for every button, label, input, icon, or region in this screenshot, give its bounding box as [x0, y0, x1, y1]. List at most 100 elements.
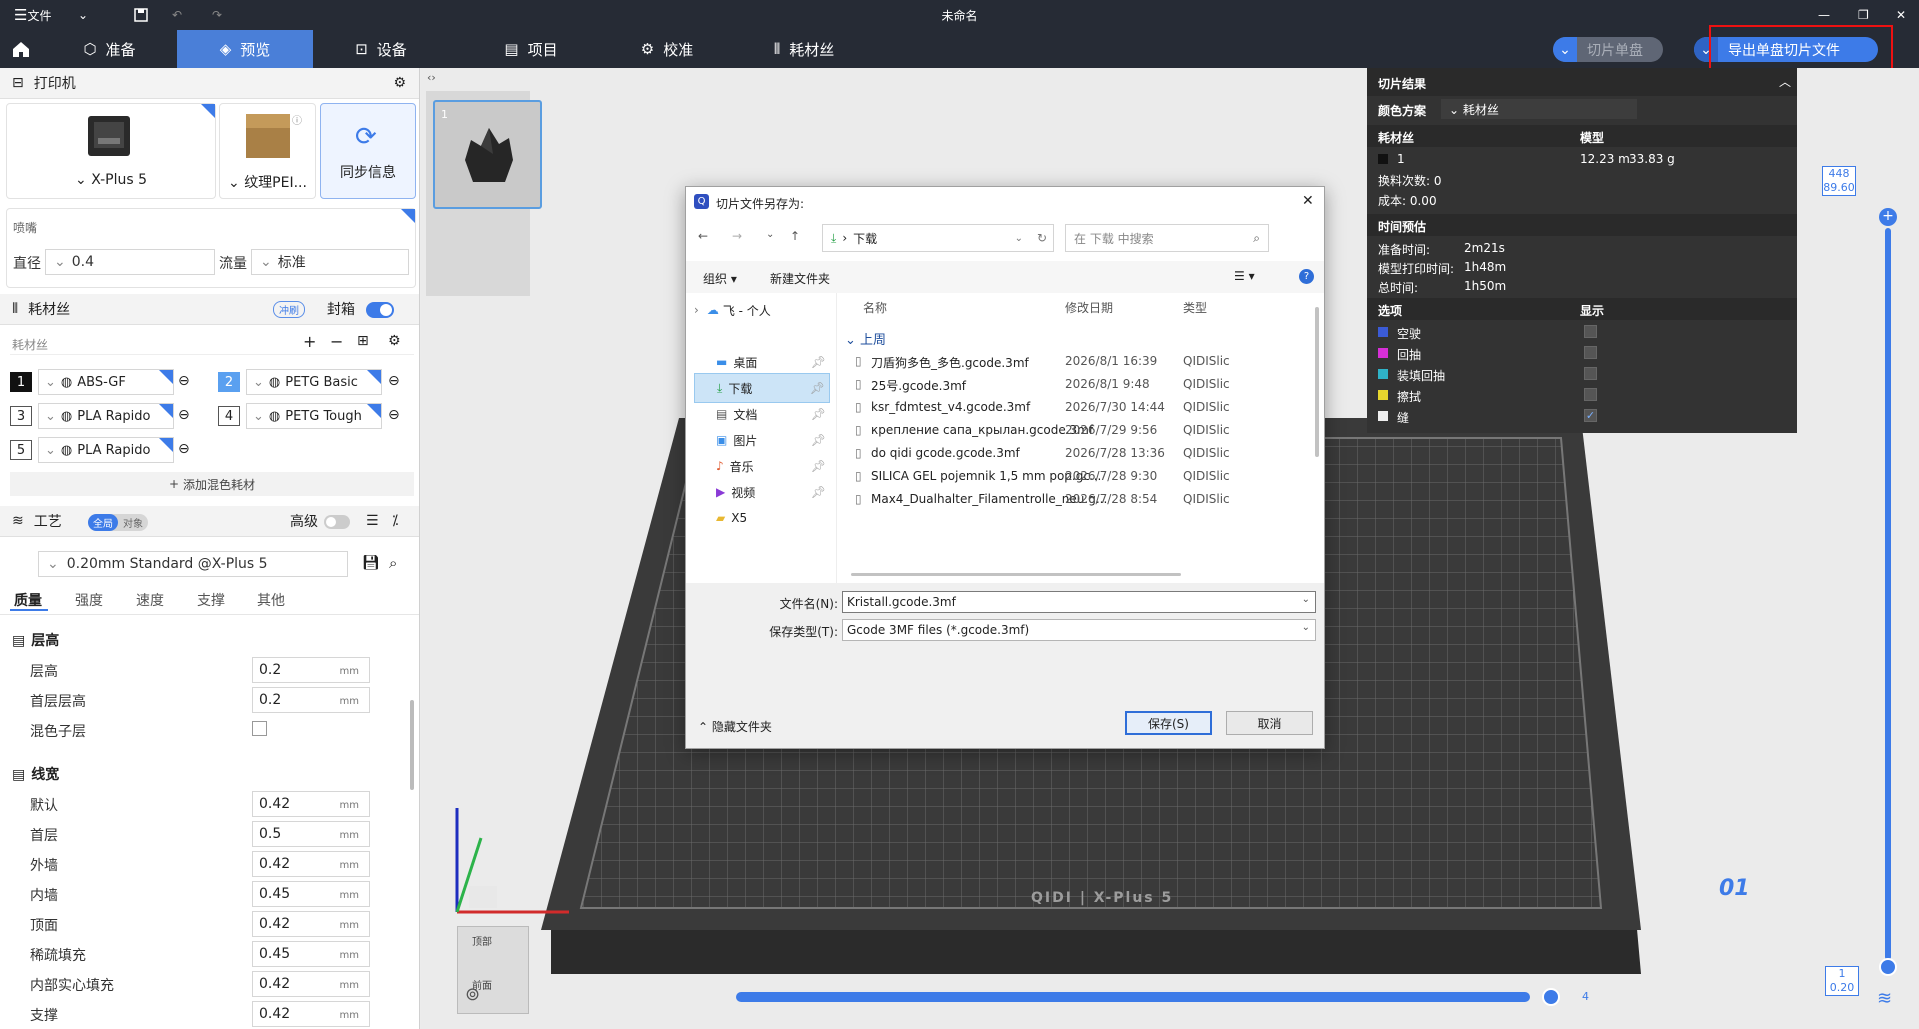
- nav-folder-x5[interactable]: ▰ X5: [694, 503, 830, 533]
- filament-sync-icon[interactable]: ⊞: [357, 333, 369, 349]
- option-checkbox[interactable]: [1584, 325, 1597, 338]
- more-icon[interactable]: ⊖: [388, 407, 400, 423]
- scrollbar[interactable]: [410, 700, 414, 790]
- printer-card[interactable]: ⌄ X-Plus 5: [6, 103, 216, 199]
- file-row[interactable]: ▯ do qidi gcode.gcode.3mf 2026/7/28 13:36 Q…: [845, 443, 1315, 465]
- file-row[interactable]: ▯ SILICA GEL pojemnik 1,5 mm pop.gc... 202…: [845, 466, 1315, 488]
- seal-toggle[interactable]: [366, 302, 394, 318]
- filetype-select[interactable]: Gcode 3MF files (*.gcode.3mf) ⌄: [842, 619, 1316, 641]
- tab-calibration[interactable]: ⚙ 校准: [613, 30, 721, 68]
- layers-stack-icon[interactable]: ≋: [1877, 988, 1892, 1009]
- param-input[interactable]: 0.5 mm: [252, 821, 370, 847]
- close-icon[interactable]: ✕: [1896, 5, 1906, 25]
- home-icon[interactable]: [0, 30, 42, 68]
- collapse-icon[interactable]: ︿: [1779, 73, 1791, 90]
- param-input[interactable]: 0.2 mm: [252, 687, 370, 713]
- param-input[interactable]: 0.42 mm: [252, 971, 370, 997]
- close-icon[interactable]: ✕: [1302, 193, 1314, 209]
- view-reset-icon[interactable]: ⊚: [465, 984, 493, 1012]
- forward-icon[interactable]: →: [732, 229, 742, 243]
- file-row[interactable]: ▯ Max4_Dualhalter_Filamentrolle_neu.g... 2…: [845, 489, 1315, 511]
- plate-card[interactable]: ⓘ ⌄ 纹理PEI...: [219, 103, 316, 199]
- info-icon[interactable]: ⓘ: [292, 112, 302, 127]
- filename-input[interactable]: Kristall.gcode.3mf ⌄: [842, 591, 1316, 613]
- add-icon[interactable]: +: [303, 332, 316, 351]
- param-input[interactable]: 0.42 mm: [252, 851, 370, 877]
- tab-device[interactable]: ⊡ 设备: [313, 30, 449, 68]
- file-row[interactable]: ▯ крепление сапа_крылан.gcode.3mf 2026/7/2…: [845, 420, 1315, 442]
- option-checkbox-checked[interactable]: ✓: [1584, 409, 1597, 422]
- gear-icon[interactable]: ⚙: [388, 333, 401, 349]
- group-header[interactable]: ⌄ 上周: [845, 329, 886, 348]
- scope-object[interactable]: 对象: [118, 514, 148, 531]
- file-row[interactable]: ▯ ksr_fdmtest_v4.gcode.3mf 2026/7/30 14:44…: [845, 397, 1315, 419]
- gear-icon[interactable]: ⚙: [393, 75, 406, 91]
- layer-slider-horizontal[interactable]: [736, 992, 1530, 1002]
- organize-button[interactable]: 组织 ▾: [703, 270, 737, 287]
- more-icon[interactable]: ⊖: [178, 407, 190, 423]
- more-icon[interactable]: ⊖: [178, 373, 190, 389]
- filament-slot[interactable]: ⌄ ◍ PETG Basic: [246, 369, 382, 395]
- mixed-checkbox[interactable]: [252, 721, 267, 736]
- preset-select[interactable]: ⌄ 0.20mm Standard @X-Plus 5: [38, 551, 348, 577]
- option-checkbox[interactable]: [1584, 388, 1597, 401]
- filament-slot[interactable]: ⌄ ◍ ABS-GF: [38, 369, 174, 395]
- subtab-quality[interactable]: 质量: [14, 590, 42, 610]
- hide-folders-toggle[interactable]: ⌃ 隐藏文件夹: [698, 718, 772, 735]
- view-icon[interactable]: ☰ ▾: [1234, 269, 1255, 283]
- scope-global[interactable]: 全局: [88, 514, 118, 531]
- flow-select[interactable]: ⌄ 标准: [251, 249, 409, 275]
- slider-top-handle[interactable]: +: [1879, 208, 1897, 226]
- advanced-toggle[interactable]: [324, 515, 350, 529]
- tab-filament[interactable]: ⦀ 耗材丝: [721, 30, 887, 68]
- tab-project[interactable]: ▤ 项目: [449, 30, 613, 68]
- recent-chevron-icon[interactable]: ⌄: [766, 229, 774, 240]
- chevron-down-icon[interactable]: ⌄: [1553, 37, 1577, 62]
- cancel-button[interactable]: 取消: [1226, 711, 1313, 735]
- nav-onedrive[interactable]: › ☁ 飞 - 个人: [694, 295, 830, 325]
- subtab-other[interactable]: 其他: [257, 590, 285, 610]
- option-checkbox[interactable]: [1584, 346, 1597, 359]
- up-icon[interactable]: ↑: [790, 229, 800, 243]
- back-icon[interactable]: ←: [698, 229, 708, 243]
- h-scrollbar[interactable]: [851, 573, 1181, 576]
- compare-icon[interactable]: ⁒: [392, 513, 398, 529]
- param-input[interactable]: 0.42 mm: [252, 791, 370, 817]
- diameter-select[interactable]: ⌄ 0.4: [45, 249, 215, 275]
- param-input[interactable]: 0.45 mm: [252, 881, 370, 907]
- col-date[interactable]: 修改日期: [1065, 299, 1113, 316]
- path-box[interactable]: ⤓ › 下载 ⌄ ↻: [822, 224, 1054, 252]
- subtab-speed[interactable]: 速度: [136, 590, 164, 610]
- scope-switch[interactable]: 全局 对象: [88, 514, 148, 531]
- remove-icon[interactable]: −: [330, 332, 343, 351]
- view-cube-top[interactable]: 顶部: [472, 933, 492, 948]
- param-input[interactable]: 0.42 mm: [252, 1001, 370, 1027]
- slice-plate-button[interactable]: ⌄ 切片单盘: [1553, 37, 1663, 62]
- subtab-strength[interactable]: 强度: [75, 590, 103, 610]
- minimize-icon[interactable]: —: [1818, 5, 1830, 25]
- tab-prepare[interactable]: ⬡ 准备: [42, 30, 177, 68]
- more-icon[interactable]: ⊖: [388, 373, 400, 389]
- tab-preview[interactable]: ◈ 预览: [177, 30, 313, 68]
- subtab-support[interactable]: 支撑: [197, 590, 225, 610]
- filament-slot[interactable]: ⌄ ◍ PLA Rapido: [38, 403, 174, 429]
- file-row[interactable]: ▯ 25号.gcode.3mf 2026/8/1 9:48 QIDISlic: [845, 374, 1315, 396]
- help-icon[interactable]: ?: [1299, 269, 1314, 284]
- param-input[interactable]: 0.2 mm: [252, 657, 370, 683]
- option-checkbox[interactable]: [1584, 367, 1597, 380]
- param-input[interactable]: 0.45 mm: [252, 941, 370, 967]
- add-mixed-button[interactable]: + 添加混色耗材: [10, 472, 414, 496]
- col-type[interactable]: 类型: [1183, 299, 1207, 316]
- slider-bottom-handle[interactable]: [1879, 958, 1897, 976]
- flush-button[interactable]: 冲刷: [273, 301, 305, 318]
- restore-icon[interactable]: ❐: [1858, 5, 1869, 25]
- filament-slot[interactable]: ⌄ ◍ PETG Tough: [246, 403, 382, 429]
- more-icon[interactable]: ⊖: [178, 441, 190, 457]
- search-box[interactable]: 在 下载 中搜索 ⌕: [1065, 224, 1269, 252]
- scrollbar[interactable]: [1315, 307, 1319, 457]
- search-icon[interactable]: ⌕: [389, 554, 397, 572]
- filament-slot[interactable]: ⌄ ◍ PLA Rapido: [38, 437, 174, 463]
- h-slider-handle[interactable]: [1542, 988, 1560, 1006]
- layer-slider-vertical[interactable]: [1885, 228, 1891, 960]
- save-preset-icon[interactable]: 💾︎: [362, 555, 380, 571]
